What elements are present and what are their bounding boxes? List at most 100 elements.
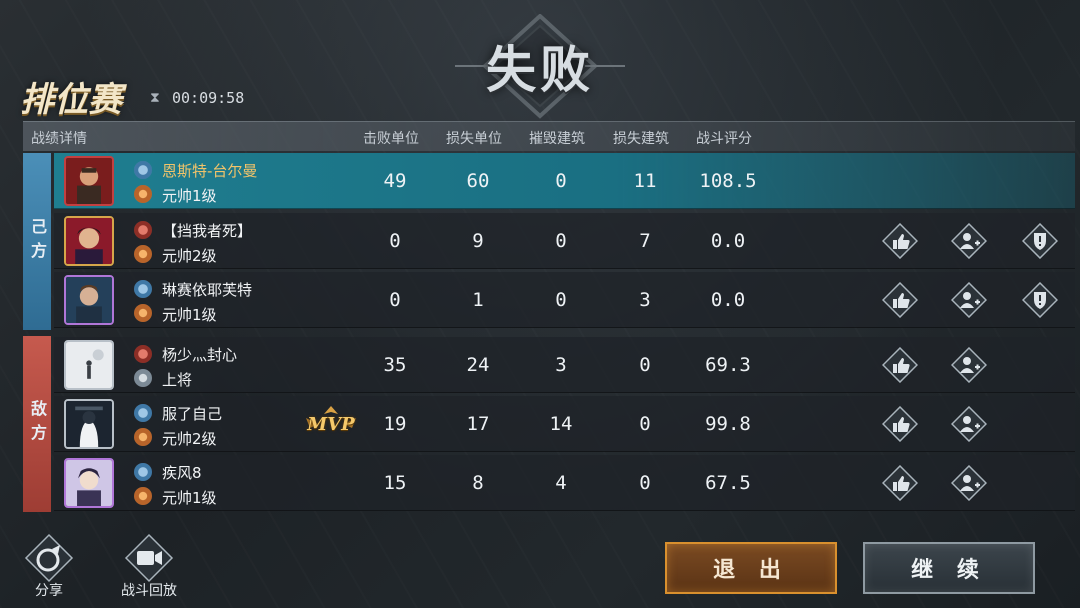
score-value: 0.0 [710,230,746,252]
thumbs-up-icon [882,406,918,442]
avatar[interactable] [64,156,114,206]
thumbs-up-icon [882,223,918,259]
add-friend-button[interactable] [951,223,987,259]
share-label: 分享 [35,583,63,599]
rank-icon [134,161,152,179]
like-button[interactable] [882,223,918,259]
player-row[interactable]: 恩斯特-台尔曼 元帅1级 49 60 0 11 108.5 [54,153,1075,209]
player-rank: 上将 [162,371,193,389]
rank-icon [134,345,152,363]
like-button[interactable] [882,406,918,442]
like-button[interactable] [882,347,918,383]
team-enemy-text: 敌方 [28,400,47,448]
player-rank: 元帅1级 [162,187,217,205]
result-title: 失败 [486,40,594,99]
continue-button[interactable]: 继 续 [863,542,1035,594]
report-button[interactable] [1022,282,1058,318]
losses-value: 17 [466,413,490,435]
kills-value: 0 [389,230,401,252]
section-title: 战绩详情 [31,131,87,147]
avatar[interactable] [64,399,114,449]
avatar[interactable] [64,275,114,325]
match-timer: 00:09:58 [172,89,245,107]
medal-icon [134,245,152,263]
lost-buildings-value: 0 [639,472,651,494]
exit-label: 退 出 [713,558,789,583]
losses-value: 24 [466,354,490,376]
kills-value: 19 [383,413,407,435]
player-name: 恩斯特-台尔曼 [162,162,258,180]
like-button[interactable] [882,282,918,318]
medal-icon [134,304,152,322]
avatar[interactable] [64,340,114,390]
losses-value: 1 [472,289,484,311]
lost-buildings-value: 3 [639,289,651,311]
lost-buildings-value: 11 [633,170,657,192]
add-friend-icon [951,465,987,501]
destroyed-value: 3 [555,354,567,376]
kills-value: 49 [383,170,407,192]
player-rank: 元帅2级 [162,430,217,448]
rank-icon [134,463,152,481]
column-header-destroyed: 摧毁建筑 [529,131,585,147]
destroyed-value: 4 [555,472,567,494]
mvp-label: MVP [307,413,355,435]
player-row[interactable]: 杨少灬封心 上将 35 24 3 0 69.3 [54,337,1075,393]
report-icon [1022,282,1058,318]
add-friend-button[interactable] [951,465,987,501]
add-friend-icon [951,282,987,318]
add-friend-button[interactable] [951,406,987,442]
player-name: 琳赛依耶芙特 [162,281,253,299]
kills-value: 15 [383,472,407,494]
mode-title: 排位赛 [20,80,122,120]
add-friend-button[interactable] [951,347,987,383]
score-value: 108.5 [699,170,757,192]
medal-icon [134,487,152,505]
player-name: 【挡我者死】 [162,222,253,240]
player-row[interactable]: 琳赛依耶芙特 元帅1级 0 1 0 3 0.0 [54,272,1075,328]
thumbs-up-icon [882,282,918,318]
thumbs-up-icon [882,347,918,383]
avatar[interactable] [64,216,114,266]
exit-button[interactable]: 退 出 [665,542,837,594]
team-label-ally: 己方 [23,153,51,330]
player-row[interactable]: 服了自己 元帅2级 MVP 19 17 14 0 99.8 [54,396,1075,452]
replay-camera-icon [124,533,174,583]
lost-buildings-value: 0 [639,354,651,376]
avatar[interactable] [64,458,114,508]
add-friend-icon [951,406,987,442]
score-value: 99.8 [705,413,751,435]
destroyed-value: 14 [549,413,573,435]
medal-icon [134,428,152,446]
report-button[interactable] [1022,223,1058,259]
add-friend-icon [951,347,987,383]
table-header: 战绩详情 击败单位 损失单位 摧毁建筑 损失建筑 战斗评分 [23,121,1075,151]
lost-buildings-value: 7 [639,230,651,252]
column-header-score: 战斗评分 [696,131,752,147]
column-header-kills: 击败单位 [363,131,419,147]
continue-label: 继 续 [911,558,987,583]
player-row[interactable]: 疾风8 元帅1级 15 8 4 0 67.5 [54,455,1075,511]
like-button[interactable] [882,465,918,501]
losses-value: 60 [466,170,490,192]
player-rank: 元帅2级 [162,247,217,265]
player-name: 疾风8 [162,464,202,482]
replay-label: 战斗回放 [121,583,177,599]
share-button[interactable] [24,533,74,583]
player-row[interactable]: 【挡我者死】 元帅2级 0 9 0 7 0.0 [54,213,1075,269]
lost-buildings-value: 0 [639,413,651,435]
add-friend-button[interactable] [951,282,987,318]
column-header-lost-buildings: 损失建筑 [613,131,669,147]
kills-value: 35 [383,354,407,376]
rank-icon [134,221,152,239]
mvp-badge: MVP [302,404,360,444]
team-ally-text: 己方 [28,217,47,266]
report-icon [1022,223,1058,259]
player-rank: 元帅1级 [162,306,217,324]
score-value: 69.3 [705,354,751,376]
destroyed-value: 0 [555,170,567,192]
add-friend-icon [951,223,987,259]
player-name: 杨少灬封心 [162,346,238,364]
team-label-enemy: 敌方 [23,336,51,512]
replay-button[interactable] [124,533,174,583]
